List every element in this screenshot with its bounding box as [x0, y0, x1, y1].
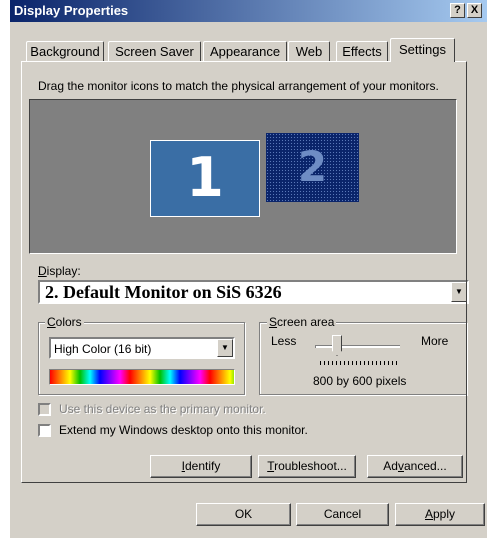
window-title: Display Properties [14, 3, 129, 18]
tab-appearance[interactable]: Appearance [203, 41, 287, 61]
cancel-button[interactable]: Cancel [296, 503, 389, 526]
tab-effects[interactable]: Effects [336, 41, 388, 61]
close-button[interactable]: X [467, 3, 482, 18]
apply-button[interactable]: Apply [395, 503, 485, 526]
help-button[interactable]: ? [450, 3, 465, 18]
tab-screen-saver[interactable]: Screen Saver [108, 41, 201, 61]
tab-web[interactable]: Web [288, 41, 330, 61]
tab-background[interactable]: Background [26, 41, 104, 61]
tab-settings[interactable]: Settings [390, 38, 455, 62]
ok-button[interactable]: OK [196, 503, 291, 526]
settings-panel [21, 61, 467, 483]
title-bar[interactable]: Display Properties ? X [10, 0, 487, 22]
